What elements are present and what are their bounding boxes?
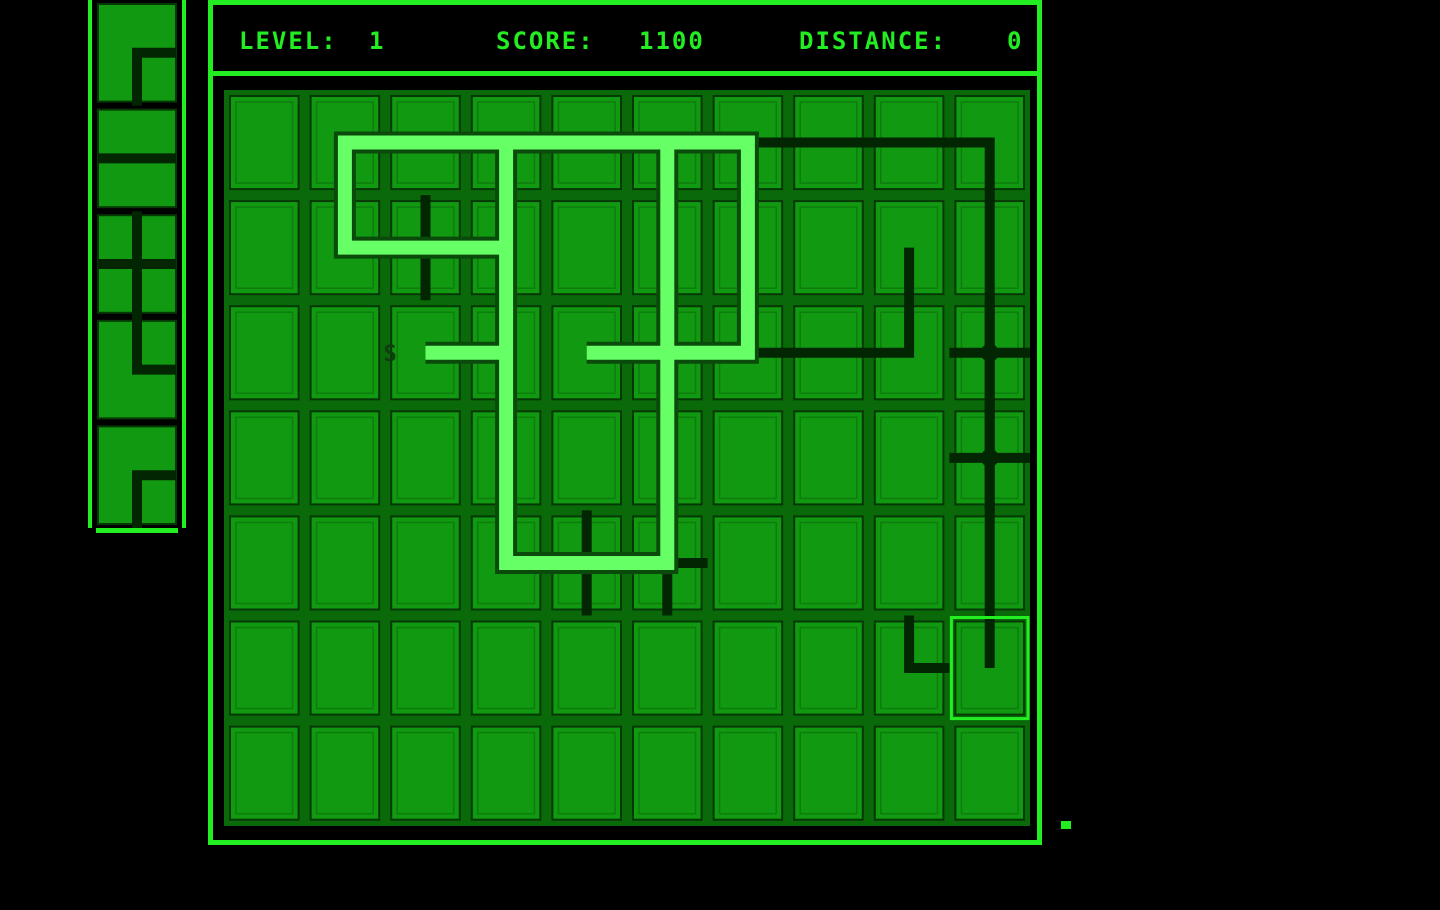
board-tile [551,620,622,716]
score-label: SCORE: [496,27,595,55]
board-tile [632,725,703,821]
queue-divider [96,528,178,533]
board-tile [712,515,784,611]
board-tile [793,725,864,821]
board-tile [390,515,461,611]
board-tile [954,725,1026,821]
board-tile [873,410,945,506]
board-tile [793,620,864,716]
board-tile [793,200,864,296]
hud-divider [213,71,1037,76]
board-tile [551,200,622,296]
board-tile [229,725,300,821]
board-tile [793,515,864,611]
game-screen: LEVEL: 1 SCORE: 1100 DISTANCE: 0 S [0,0,1440,910]
status-bar: LEVEL: 1 SCORE: 1100 DISTANCE: 0 [213,5,1037,71]
board-tile [229,620,300,716]
board-tile [309,725,381,821]
board-tile [551,410,622,506]
board-tile [712,410,784,506]
board-tile [229,305,300,401]
score-value: 1100 [639,27,705,55]
board-tile [632,620,703,716]
board-tile [390,620,461,716]
cursor-indicator [1061,821,1071,829]
board-tile [712,620,784,716]
board-tile [229,95,300,191]
board-tile [470,725,542,821]
board-tile [229,410,300,506]
board-tile [470,620,542,716]
board-tile [229,200,300,296]
level-label: LEVEL: [239,27,338,55]
start-marker: S [384,342,397,367]
board-tile [873,725,945,821]
board-tile [390,725,461,821]
board-tile [309,410,381,506]
board-tile [229,515,300,611]
pipe-board[interactable]: S [224,90,1030,826]
pipe-junction [980,343,999,362]
level-value: 1 [369,27,386,55]
board-tile [873,515,945,611]
queue-pieces [97,3,177,528]
board-tile [793,410,864,506]
distance-label: DISTANCE: [799,27,948,55]
board-tile [390,410,461,506]
pipe-junction [980,448,999,467]
board-tile [712,725,784,821]
board-tile [309,515,381,611]
board-tile [551,725,622,821]
board-tile [309,305,381,401]
board-tile [309,620,381,716]
distance-value: 0 [1007,27,1024,55]
